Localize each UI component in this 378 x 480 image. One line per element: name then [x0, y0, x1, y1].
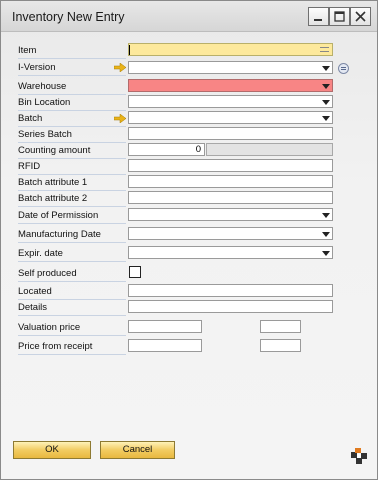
ok-button[interactable]: OK — [13, 441, 91, 459]
self-produced-checkbox[interactable] — [129, 266, 141, 278]
dropdown-icon[interactable] — [322, 100, 330, 105]
inventory-new-entry-window: Inventory New Entry Item I-Version Wareh… — [0, 0, 378, 480]
located-label: Located — [18, 286, 52, 297]
date-of-permission-label: Date of Permission — [18, 210, 99, 221]
details-input[interactable] — [128, 300, 333, 313]
separator — [18, 126, 126, 127]
close-icon — [355, 11, 366, 22]
located-input[interactable] — [128, 284, 333, 297]
batch-attribute-2-input[interactable] — [128, 191, 333, 204]
warehouse-select[interactable] — [128, 79, 333, 92]
i-version-select[interactable] — [128, 61, 333, 74]
separator — [18, 58, 126, 59]
counting-amount-unit-field — [206, 143, 333, 156]
separator — [18, 174, 126, 175]
list-selector-icon[interactable] — [320, 47, 329, 52]
maximize-icon — [334, 11, 345, 22]
title-bar[interactable]: Inventory New Entry — [1, 1, 377, 32]
separator — [18, 335, 126, 336]
price-from-receipt-input[interactable] — [128, 339, 202, 352]
dropdown-icon[interactable] — [322, 232, 330, 237]
manufacturing-date-label: Manufacturing Date — [18, 229, 101, 240]
i-version-label: I-Version — [18, 62, 56, 73]
manufacturing-date-select[interactable] — [128, 227, 333, 240]
window-title: Inventory New Entry — [12, 10, 125, 24]
maximize-button[interactable] — [329, 7, 350, 26]
separator — [18, 110, 126, 111]
batch-attribute-2-label: Batch attribute 2 — [18, 193, 88, 204]
series-batch-label: Series Batch — [18, 129, 72, 140]
separator — [18, 94, 126, 95]
expir-date-select[interactable] — [128, 246, 333, 259]
details-label: Details — [18, 302, 48, 313]
warehouse-label: Warehouse — [18, 81, 67, 92]
price-from-receipt-label: Price from receipt — [18, 341, 93, 352]
separator — [18, 354, 126, 355]
link-arrow-icon[interactable] — [114, 114, 126, 123]
dropdown-icon[interactable] — [322, 84, 330, 89]
item-label: Item — [18, 45, 37, 56]
dropdown-icon[interactable] — [322, 116, 330, 121]
rfid-label: RFID — [18, 161, 41, 172]
valuation-price-input[interactable] — [128, 320, 202, 333]
valuation-price-currency-input[interactable] — [260, 320, 301, 333]
link-arrow-icon[interactable] — [114, 63, 126, 72]
counting-amount-value: 0 — [195, 144, 201, 155]
valuation-price-label: Valuation price — [18, 322, 81, 333]
separator — [18, 299, 126, 300]
rfid-input[interactable] — [128, 159, 333, 172]
batch-attribute-1-input[interactable] — [128, 175, 333, 188]
self-produced-label: Self produced — [18, 268, 77, 279]
text-cursor — [129, 45, 130, 55]
separator — [18, 158, 126, 159]
batch-label: Batch — [18, 113, 43, 124]
item-input[interactable] — [128, 43, 333, 56]
separator — [18, 242, 126, 243]
minimize-icon — [314, 19, 322, 21]
bin-location-select[interactable] — [128, 95, 333, 108]
app-logo-icon — [351, 448, 367, 464]
cancel-button[interactable]: Cancel — [100, 441, 175, 459]
minimize-button[interactable] — [308, 7, 329, 26]
separator — [18, 190, 126, 191]
separator — [18, 142, 126, 143]
linked-object-icon[interactable] — [338, 63, 349, 74]
price-from-receipt-currency-input[interactable] — [260, 339, 301, 352]
separator — [18, 281, 126, 282]
counting-amount-input[interactable]: 0 — [128, 143, 205, 156]
separator — [18, 206, 126, 207]
separator — [18, 75, 126, 76]
batch-attribute-1-label: Batch attribute 1 — [18, 177, 88, 188]
separator — [18, 315, 126, 316]
batch-select[interactable] — [128, 111, 333, 124]
close-button[interactable] — [350, 7, 371, 26]
expir-date-label: Expir. date — [18, 248, 63, 259]
dropdown-icon[interactable] — [322, 66, 330, 71]
separator — [18, 261, 126, 262]
date-of-permission-select[interactable] — [128, 208, 333, 221]
series-batch-input[interactable] — [128, 127, 333, 140]
dropdown-icon[interactable] — [322, 213, 330, 218]
dropdown-icon[interactable] — [322, 251, 330, 256]
separator — [18, 223, 126, 224]
bin-location-label: Bin Location — [18, 97, 71, 108]
counting-amount-label: Counting amount — [18, 145, 91, 156]
